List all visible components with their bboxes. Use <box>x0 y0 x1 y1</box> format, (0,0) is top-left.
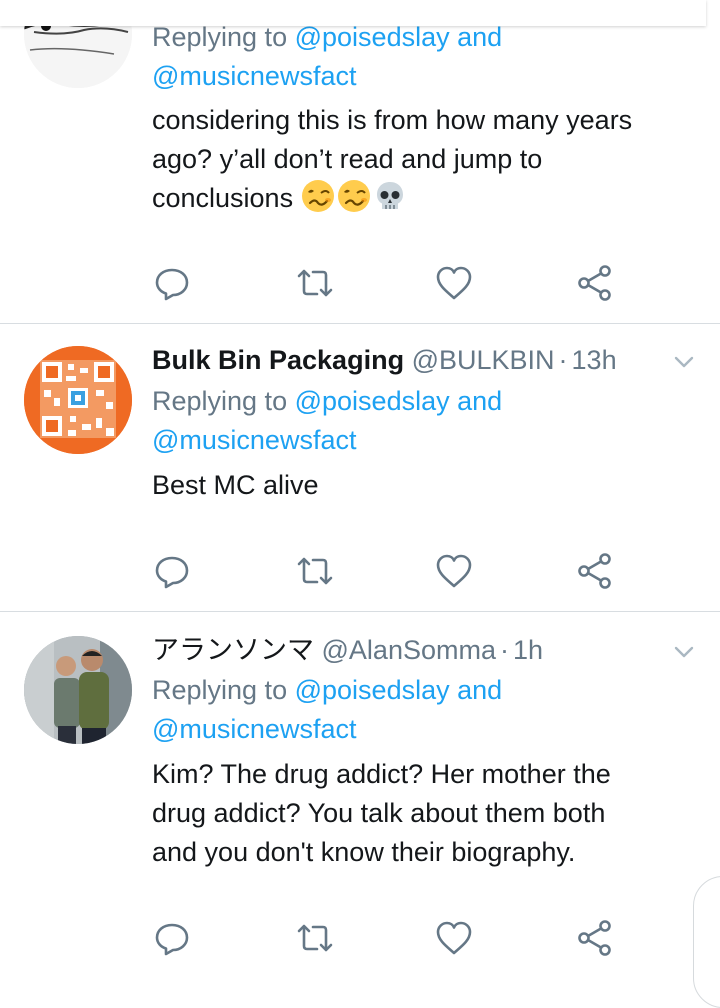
tweet-text-line: drug addict? You talk about them both <box>152 798 606 828</box>
replying-to-label: Replying to <box>152 22 288 52</box>
separator-dot: · <box>558 345 568 375</box>
tweet-header: アランソンマ @AlanSomma · 1h <box>152 634 543 666</box>
tweet-header: Bulk Bin Packaging @BULKBIN · 13h <box>152 344 617 376</box>
tweet-text-line: Best MC alive <box>152 470 319 500</box>
tweet-actions <box>0 263 720 303</box>
mention-link[interactable]: @poisedslay <box>295 675 450 705</box>
replying-to-label: Replying to <box>152 386 288 416</box>
retweet-icon[interactable] <box>295 918 335 958</box>
like-icon[interactable] <box>434 551 474 591</box>
tweet-text: considering this is from how many years … <box>152 101 712 218</box>
timestamp[interactable]: 1h <box>513 635 543 665</box>
tweet-text-line: ago? y’all don’t read and jump to <box>152 144 543 174</box>
mention-link[interactable]: @poisedslay <box>295 386 450 416</box>
top-app-bar <box>0 0 706 26</box>
and-text: and <box>457 386 503 416</box>
avatar[interactable] <box>24 636 132 744</box>
and-text: and <box>457 675 503 705</box>
user-handle[interactable]: @BULKBIN <box>412 345 555 375</box>
timestamp[interactable]: 13h <box>572 345 617 375</box>
replying-to: Replying to @poisedslay and <box>152 671 502 710</box>
tweet-text: Kim? The drug addict? Her mother the dru… <box>152 755 712 872</box>
retweet-icon[interactable] <box>295 551 335 591</box>
tweet-text-line: considering this is from how many years <box>152 105 633 135</box>
mention-link[interactable]: @musicnewsfact <box>152 714 356 744</box>
share-icon[interactable] <box>575 918 615 958</box>
share-icon[interactable] <box>575 551 615 591</box>
reply-icon[interactable] <box>152 918 192 958</box>
mention-link[interactable]: @poisedslay <box>295 22 450 52</box>
replying-to: Replying to @poisedslay and <box>152 382 502 421</box>
separator-dot: · <box>500 635 509 665</box>
woozy-face-icon <box>337 179 371 213</box>
replying-to-label: Replying to <box>152 675 288 705</box>
like-icon[interactable] <box>434 918 474 958</box>
woozy-face-icon <box>301 179 335 213</box>
divider <box>0 611 720 612</box>
mention-link[interactable]: @musicnewsfact <box>152 61 356 91</box>
display-name[interactable]: Bulk Bin Packaging <box>152 345 404 375</box>
tweet-text-line: and you don't know their biography. <box>152 837 576 867</box>
divider <box>0 323 720 324</box>
chevron-down-icon[interactable] <box>671 349 697 375</box>
tweet-text-line: Kim? The drug addict? Her mother the <box>152 759 611 789</box>
and-text: and <box>457 22 503 52</box>
retweet-icon[interactable] <box>295 263 335 303</box>
floating-compose-button[interactable] <box>693 876 720 1008</box>
tweet-text-line: conclusions <box>152 183 294 213</box>
tweet-text: Best MC alive <box>152 466 712 505</box>
like-icon[interactable] <box>434 263 474 303</box>
skull-icon <box>373 179 407 213</box>
user-handle[interactable]: @AlanSomma <box>322 635 496 665</box>
mention-link[interactable]: @musicnewsfact <box>152 425 356 455</box>
chevron-down-icon[interactable] <box>671 639 697 665</box>
avatar[interactable] <box>24 346 132 454</box>
display-name[interactable]: アランソンマ <box>152 635 314 665</box>
reply-icon[interactable] <box>152 263 192 303</box>
reply-icon[interactable] <box>152 551 192 591</box>
share-icon[interactable] <box>575 263 615 303</box>
tweet-actions <box>0 918 720 958</box>
tweet-actions <box>0 551 720 591</box>
